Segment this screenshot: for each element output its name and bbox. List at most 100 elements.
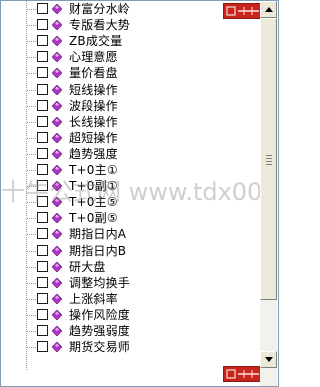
tree-item-label: 心理意愿 <box>69 50 118 65</box>
diamond-leaf-icon <box>52 326 62 336</box>
tree-item-label: 趋势强度 <box>69 146 118 161</box>
tree-item-label: 长线操作 <box>69 114 118 129</box>
item-checkbox[interactable] <box>37 341 48 353</box>
tree-branch-line <box>27 282 36 284</box>
tree-item[interactable]: 调整均换手 <box>1 275 260 291</box>
tree-item[interactable]: 长线操作 <box>1 114 260 130</box>
scroll-thumb[interactable] <box>260 18 277 300</box>
diamond-leaf-icon <box>52 261 62 272</box>
indicator-tree: 财富分水岭 专版看大势 ZB成交量 心理意愿 量价看盘 短线操作 波段操作 长线操作 超短操作趋… <box>1 1 260 371</box>
tree-branch-line <box>27 331 36 332</box>
tree-item[interactable]: ZB成交量 <box>1 33 260 49</box>
item-checkbox[interactable] <box>37 51 48 63</box>
tree-branch-line <box>27 298 36 300</box>
item-checkbox[interactable] <box>37 67 48 79</box>
diamond-leaf-icon <box>52 20 62 31</box>
tree-branch-line <box>27 347 36 349</box>
diamond-leaf-icon <box>52 148 62 159</box>
tree-item[interactable]: 专版看大势 <box>1 17 260 33</box>
tree-item-label: 趋势强弱度 <box>69 324 131 338</box>
diamond-leaf-icon <box>52 293 62 304</box>
tree-item-label: 波段操作 <box>69 98 118 113</box>
tree-item-label: 专版看大势 <box>69 18 131 33</box>
tree-item-label: T+0副⑤ <box>69 211 118 226</box>
item-checkbox[interactable] <box>37 19 48 31</box>
tree-item-label: 期指日内A <box>69 227 127 242</box>
tree-item-label: ZB成交量 <box>69 34 123 49</box>
tree-item-label: T+0主⑤ <box>69 195 118 210</box>
indicator-tree-panel: 财富分水岭 专版看大势 ZB成交量 心理意愿 量价看盘 短线操作 波段操作 长线操作 超短操作趋… <box>0 0 279 387</box>
tree-branch-line <box>27 137 36 139</box>
item-checkbox[interactable] <box>37 35 48 47</box>
tree-branch-line <box>27 170 36 171</box>
item-checkbox[interactable] <box>37 147 48 159</box>
brand-logo-icon <box>223 3 263 19</box>
item-checkbox[interactable] <box>37 131 48 143</box>
tree-item[interactable]: 超短操作 <box>1 130 260 146</box>
item-checkbox[interactable] <box>37 260 48 272</box>
tree-item[interactable]: T+0主⑤ <box>1 194 260 210</box>
arrow-up-icon <box>265 7 273 12</box>
item-checkbox[interactable] <box>37 83 48 95</box>
tree-item[interactable]: 期指日内A <box>1 226 260 242</box>
tree-item-label: 研大盘 <box>69 259 106 274</box>
item-checkbox[interactable] <box>37 276 48 288</box>
tree-item[interactable]: 心理意愿 <box>1 49 260 65</box>
diamond-leaf-icon <box>52 68 62 79</box>
tree-branch-line <box>27 25 36 27</box>
item-checkbox[interactable] <box>37 292 48 304</box>
item-checkbox[interactable] <box>37 228 48 240</box>
tree-item[interactable]: 期指日内B <box>1 243 260 259</box>
item-checkbox[interactable] <box>37 115 48 127</box>
item-checkbox[interactable] <box>37 212 48 224</box>
tree-item[interactable]: 波段操作 <box>1 98 260 114</box>
tree-branch-line <box>27 9 36 10</box>
tree-item[interactable]: T+0主① <box>1 162 260 178</box>
item-checkbox[interactable] <box>37 164 48 175</box>
tree-item-label: 超短操作 <box>69 130 118 145</box>
scroll-down-button[interactable] <box>260 351 277 368</box>
item-checkbox[interactable] <box>37 99 48 111</box>
tree-item[interactable]: 上涨斜率 <box>1 291 260 307</box>
tree-item[interactable]: T+0副⑤ <box>1 210 260 226</box>
tree-branch-line <box>27 121 36 123</box>
diamond-leaf-icon <box>52 132 62 143</box>
diamond-leaf-icon <box>52 100 62 111</box>
tree-item-label: T+0主① <box>69 163 118 177</box>
diamond-leaf-icon <box>52 84 62 95</box>
tree-item[interactable]: 量价看盘 <box>1 65 260 81</box>
diamond-leaf-icon <box>52 213 62 224</box>
diamond-leaf-icon <box>52 165 62 175</box>
tree-item-label: T+0副① <box>69 179 118 194</box>
tree-item[interactable]: 期货交易师 <box>1 339 260 355</box>
scroll-up-button[interactable] <box>260 1 277 18</box>
item-checkbox[interactable] <box>37 244 48 256</box>
tree-item[interactable]: 趋势强弱度 <box>1 323 260 339</box>
item-checkbox[interactable] <box>37 325 48 336</box>
tree-item-label: 期指日内B <box>69 243 127 258</box>
diamond-leaf-icon <box>52 342 62 353</box>
tree-branch-line <box>27 266 36 268</box>
tree-item[interactable]: 财富分水岭 <box>1 1 260 17</box>
vertical-scrollbar[interactable] <box>260 1 277 386</box>
diamond-leaf-icon <box>52 245 62 256</box>
tree-item[interactable]: 短线操作 <box>1 82 260 98</box>
arrow-down-icon <box>265 357 273 362</box>
tree-item[interactable]: 研大盘 <box>1 259 260 275</box>
tree-item[interactable]: 操作风险度 <box>1 307 260 323</box>
item-checkbox[interactable] <box>37 308 48 320</box>
diamond-leaf-icon <box>52 181 62 192</box>
item-checkbox[interactable] <box>37 180 48 192</box>
tree-branch-line <box>27 89 36 91</box>
tree-item[interactable]: 趋势强度 <box>1 146 260 162</box>
tree-item-label: 短线操作 <box>69 82 118 97</box>
tree-branch-line <box>27 153 36 155</box>
item-checkbox[interactable] <box>37 196 48 208</box>
tree-branch-line <box>27 57 36 59</box>
item-checkbox[interactable] <box>37 3 48 14</box>
tree-item-label: 调整均换手 <box>69 275 131 290</box>
tree-item-label: 上涨斜率 <box>69 291 118 306</box>
tree-item[interactable]: T+0副① <box>1 178 260 194</box>
tree-item-label: 期货交易师 <box>69 340 131 355</box>
tree-branch-line <box>27 218 36 220</box>
